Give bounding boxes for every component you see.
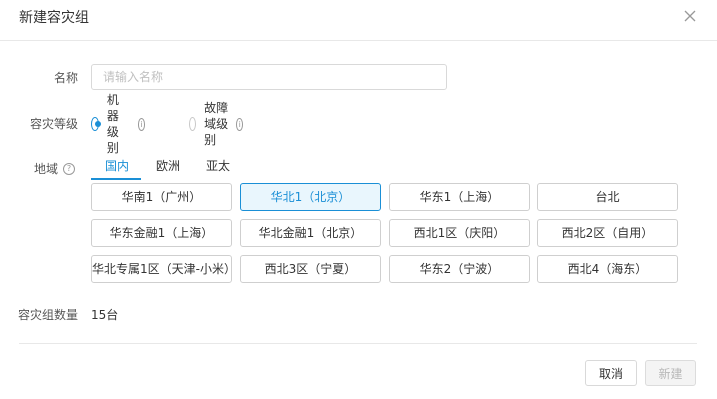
radio-fault-domain-level[interactable]: 故障域级别 i [189,101,244,147]
name-input[interactable] [91,64,447,90]
dr-level-label: 容灾等级 [29,117,78,131]
region-option[interactable]: 台北 [537,183,678,211]
region-option[interactable]: 华北专属1区（天津-小米） [91,255,232,283]
radio-label: 机器级别 [106,93,119,155]
group-count-value: 15台 [91,308,119,322]
region-option[interactable]: 华东2（宁波） [389,255,530,283]
group-count-label: 容灾组数量 [17,308,78,322]
create-button[interactable]: 新建 [645,360,696,386]
region-option[interactable]: 华北1（北京） [240,183,381,211]
region-option[interactable]: 西北4（海东） [537,255,678,283]
region-label: 地域 [33,162,58,176]
name-label: 名称 [53,71,78,85]
info-icon[interactable]: i [137,117,146,131]
radio-circle [189,117,197,131]
help-icon[interactable]: ? [63,163,75,175]
region-option[interactable]: 华北金融1（北京） [240,219,381,247]
radio-circle [91,117,101,131]
region-option[interactable]: 西北1区（庆阳） [389,219,530,247]
active-tab-indicator [91,178,141,180]
create-dr-group-dialog: 新建容灾组 名称 容灾等级 机器级别 i 故障域级别 i 地域 ? 国内 欧洲 … [0,0,717,399]
info-icon[interactable]: i [236,117,244,131]
dialog-title: 新建容灾组 [19,10,89,26]
region-option[interactable]: 华东金融1（上海） [91,219,232,247]
region-option[interactable]: 华南1（广州） [91,183,232,211]
dialog-header: 新建容灾组 [0,0,717,41]
region-option[interactable]: 西北3区（宁夏） [240,255,381,283]
region-option[interactable]: 华东1（上海） [389,183,530,211]
tab-domestic[interactable]: 国内 [105,158,129,174]
close-icon[interactable] [682,8,698,24]
cancel-button[interactable]: 取消 [585,360,637,386]
radio-label: 故障域级别 [204,101,229,147]
tab-asia-pacific[interactable]: 亚太 [206,158,230,174]
tab-europe[interactable]: 欧洲 [156,158,180,174]
region-tabs: 国内 欧洲 亚太 [91,156,711,182]
region-option[interactable]: 西北2区（自用） [537,219,678,247]
radio-machine-level[interactable]: 机器级别 i [91,93,146,155]
footer-divider [19,343,697,344]
